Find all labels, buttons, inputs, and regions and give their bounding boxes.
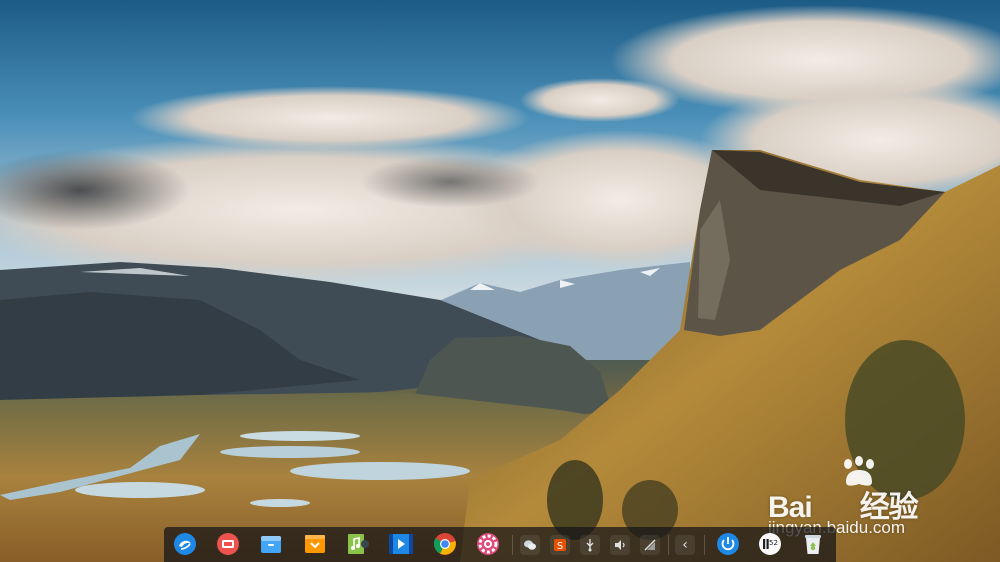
music-player-icon[interactable] (345, 531, 371, 557)
settings-icon[interactable] (475, 531, 501, 557)
usb-tray-icon[interactable] (580, 535, 600, 555)
trash-icon[interactable] (800, 531, 826, 557)
multitasking-view-icon[interactable] (215, 531, 241, 557)
chevron-left-icon: ‹ (682, 537, 688, 553)
launcher-icon[interactable] (172, 531, 198, 557)
dock-divider (704, 535, 705, 555)
sogou-input-tray-icon[interactable]: S (550, 535, 570, 555)
collapse-tray-button[interactable]: ‹ (675, 535, 695, 555)
network-tray-icon[interactable] (640, 535, 660, 555)
dock: S ‹ 52 (164, 527, 836, 562)
dock-divider (668, 535, 669, 555)
file-manager-icon[interactable] (258, 531, 284, 557)
video-player-icon[interactable] (388, 531, 414, 557)
dock-divider (512, 535, 513, 555)
svg-text:S: S (557, 541, 563, 552)
app-store-icon[interactable] (302, 531, 328, 557)
wechat-tray-icon[interactable] (520, 535, 540, 555)
clock-widget[interactable]: 52 (757, 531, 783, 557)
volume-tray-icon[interactable] (610, 535, 630, 555)
power-icon (717, 533, 739, 555)
chrome-icon[interactable] (432, 531, 458, 557)
power-button[interactable] (715, 531, 741, 557)
clock-minutes: 52 (769, 539, 778, 547)
